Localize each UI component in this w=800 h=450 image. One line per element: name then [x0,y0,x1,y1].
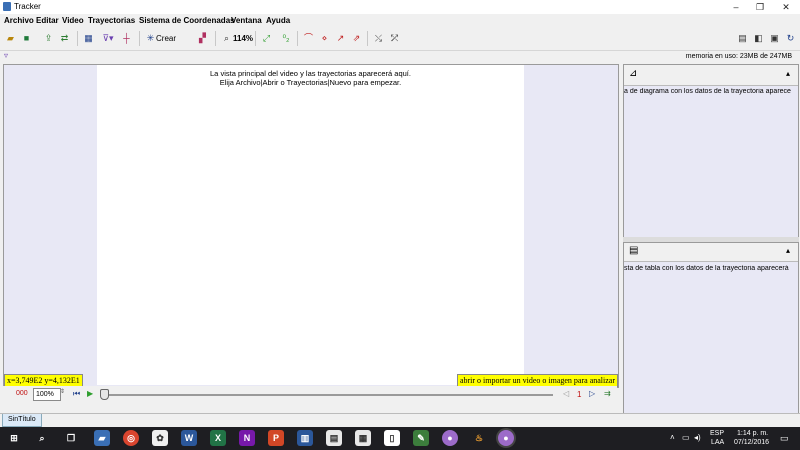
play-icon[interactable]: ▶ [87,389,93,398]
video-panel[interactable]: La vista principal del video y las traye… [3,64,619,388]
tracker-app-icon [3,2,11,11]
menu-bar: Archivo Editar Video Trayectorias Sistem… [0,14,800,27]
points-icon[interactable]: ⋄ [318,32,331,45]
status-strip: ▿ memoria en uso: 23MB de 247MB [0,51,800,63]
export-icon[interactable]: ⇄ [58,32,71,45]
notepad-icon[interactable]: ▦ [355,430,371,446]
menu-trayectorias[interactable]: Trayectorias [88,16,135,25]
paint-icon[interactable]: ✿ [152,430,168,446]
clip-settings-icon[interactable]: ▦ [82,32,95,45]
table-panel[interactable]: ▤ ▴ sta de tabla con los datos de la tra… [623,242,799,414]
trails-icon[interactable]: ⤢ [260,32,273,45]
plot-message: a de diagrama con los datos de la trayec… [624,88,791,95]
velocity-icon[interactable]: ↗ [334,32,347,45]
window-title: Tracker [14,2,41,11]
playback-slider[interactable] [103,394,553,396]
step-back-icon[interactable]: ◁ [563,389,569,398]
menu-sistema-coordenadas[interactable]: Sistema de Coordenadas [139,16,235,25]
slider-thumb[interactable] [100,389,109,400]
maximize-button[interactable]: ❐ [748,0,772,14]
table-message: sta de tabla con los datos de la trayect… [624,265,789,272]
properties-icon[interactable]: ▤ [736,32,749,45]
plot-icon[interactable]: ⊿ [629,68,637,79]
memory-usage: memoria en uso: 23MB de 247MB [685,53,792,60]
table-panel-header: ▤ ▴ [624,243,798,262]
video-canvas[interactable]: La vista principal del video y las traye… [97,65,524,385]
menu-ayuda[interactable]: Ayuda [266,16,290,25]
minimize-button[interactable]: – [724,0,748,14]
reset-icon[interactable]: ⏮ [73,389,80,399]
close-button[interactable]: ✕ [774,0,798,14]
document-icon[interactable]: ▥ [297,430,313,446]
java-icon[interactable]: ♨ [471,430,487,446]
plot-panel[interactable]: ⊿ ▴ a de diagrama con los datos de la tr… [623,64,799,238]
menu-editar[interactable]: Editar [36,16,59,25]
library-icon[interactable]: ▣ [768,32,781,45]
file-explorer-icon[interactable]: ▰ [94,430,110,446]
toolbar: ▰ ■ ⇪ ⇄ ▦ ⊽▾ ┼ ✳ Crear ▞ ⌕ 114% ⤢ ⁰₂ ⌒ ⋄… [0,28,800,51]
player-controls: 000 100% ⇕ ⏮ ▶ ◁ 1 ▷ ⇉ [3,386,617,402]
import-icon[interactable]: ⇪ [42,32,55,45]
zoom-level[interactable]: 114% [233,34,253,43]
clock-time[interactable]: 1:14 p. m. [737,430,768,437]
tab-strip: SinTítulo [0,413,800,427]
app-icon[interactable]: ● [442,430,458,446]
clock-date[interactable]: 07/12/2016 [734,439,769,446]
labels-icon[interactable]: ⁰₂ [278,32,294,45]
video-message-line1: La vista principal del video y las traye… [210,69,411,78]
step-size[interactable]: 1 [577,390,581,399]
menu-ventana[interactable]: Ventana [231,16,262,25]
save-icon[interactable]: ■ [20,32,33,45]
rate-field[interactable]: 100% [33,388,61,401]
tool-icon[interactable]: ✎ [413,430,429,446]
excel-icon[interactable]: X [210,430,226,446]
step-forward-icon[interactable]: ▷ [589,389,595,398]
track-control-icon[interactable]: ▞ [196,32,209,45]
volume-icon[interactable]: ◂) [694,433,701,442]
notes-icon[interactable]: ◧ [752,32,765,45]
powerpoint-icon[interactable]: P [268,430,284,446]
word-icon[interactable]: W [181,430,197,446]
path-icon[interactable]: ⌒ [302,32,315,45]
windows-start-icon[interactable]: ⊞ [6,430,22,446]
chrome-icon[interactable]: ◎ [123,430,139,446]
rate-spinner-icon[interactable]: ⇕ [60,388,65,395]
blank-doc-icon[interactable]: ▯ [384,430,400,446]
filter-icon[interactable]: ▿ [4,51,8,60]
frame-counter[interactable]: 000 [16,390,28,397]
collapse-table-icon[interactable]: ▴ [786,246,790,255]
axes-icon[interactable]: ┼ [120,32,133,45]
collapse-plot-icon[interactable]: ▴ [786,69,790,78]
tray-chevron-icon[interactable]: ˄ [670,433,675,442]
calibration-tools-icon[interactable]: ⊽▾ [100,32,116,45]
tracker-taskbar-icon[interactable]: ● [498,430,514,446]
title-bar: Tracker – ❐ ✕ [0,0,800,14]
file-icon[interactable]: ▤ [326,430,342,446]
menu-video[interactable]: Video [62,16,84,25]
taskbar: ⊞ ⌕ ❐ ▰ ◎ ✿ W X N P ▥ ▤ ▦ ▯ ✎ ● ♨ ● ˄ ▭ … [0,427,800,450]
input-language-sub[interactable]: LAA [711,439,724,446]
open-folder-icon[interactable]: ▰ [4,32,17,45]
video-message-line2: Elija Archivo|Abrir o Trayectorias|Nuevo… [219,78,402,87]
table-icon[interactable]: ▤ [629,245,638,256]
plot-panel-header: ⊿ ▴ [624,65,798,86]
vector-sum-icon[interactable]: ⤯ [372,32,385,45]
notifications-icon[interactable]: ▭ [780,433,789,444]
acceleration-icon[interactable]: ⇗ [350,32,363,45]
network-icon[interactable]: ▭ [682,433,690,442]
fixed-vector-icon[interactable]: ⤱ [388,32,401,45]
input-language[interactable]: ESP [710,430,724,437]
onenote-icon[interactable]: N [239,430,255,446]
search-icon[interactable]: ⌕ [34,430,50,446]
menu-archivo[interactable]: Archivo [4,16,34,25]
loop-icon[interactable]: ⇉ [604,389,611,398]
refresh-icon[interactable]: ↻ [784,32,797,45]
task-view-icon[interactable]: ❐ [63,430,79,446]
create-button[interactable]: Crear [156,34,176,43]
zoom-icon[interactable]: ⌕ [220,32,233,45]
tab-untitled[interactable]: SinTítulo [2,414,42,427]
